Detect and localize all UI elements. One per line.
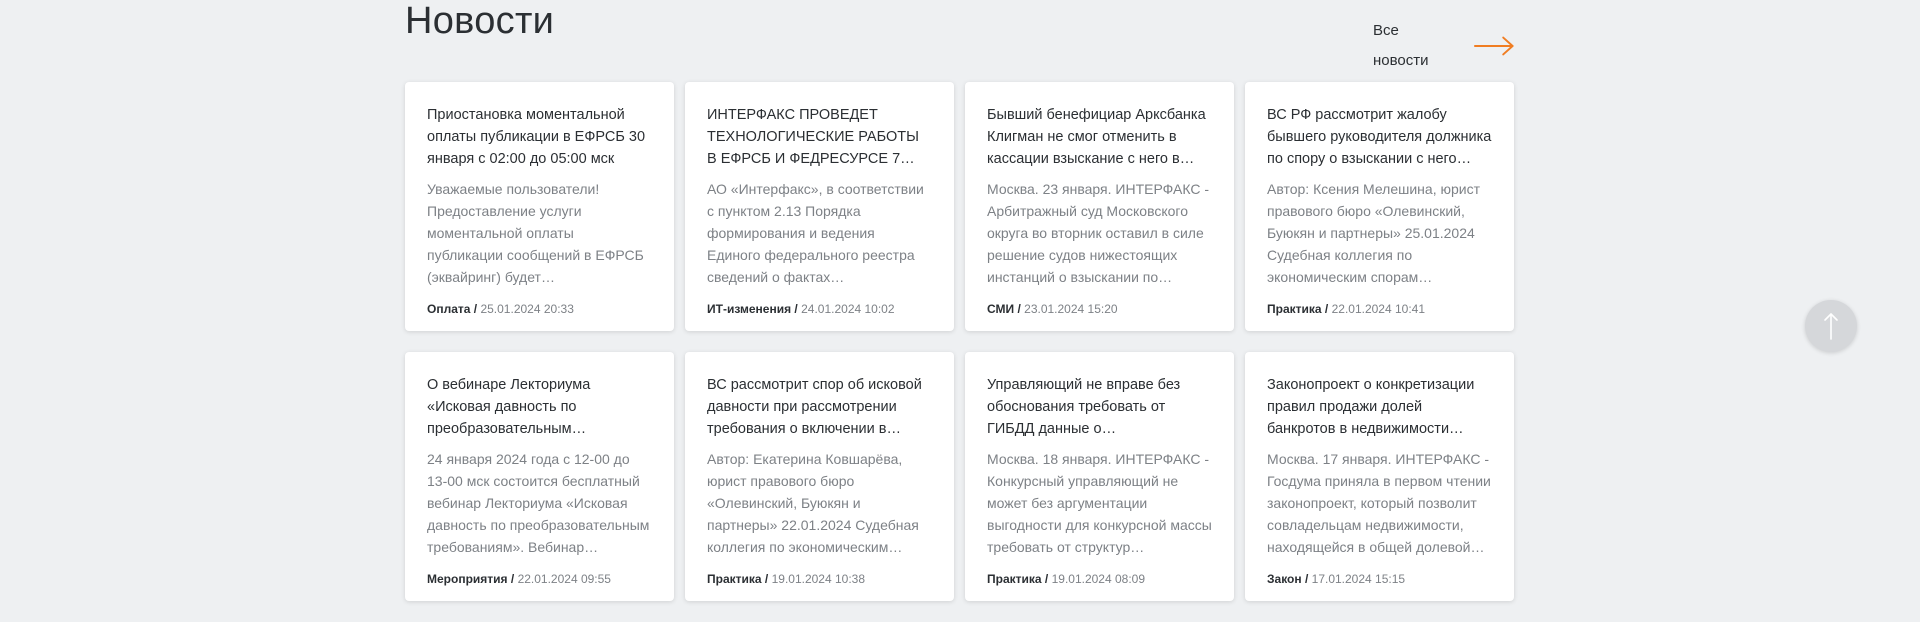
news-card-category: Практика / <box>707 572 769 586</box>
news-card-category: СМИ / <box>987 302 1021 316</box>
news-card-date: 22.01.2024 10:41 <box>1331 302 1426 316</box>
news-card-meta: Практика / 22.01.2024 10:41 <box>1267 301 1425 317</box>
news-card-excerpt: АО «Интерфакс», в соответствии с пунктом… <box>707 181 924 285</box>
news-card-meta: Практика / 19.01.2024 10:38 <box>707 571 865 587</box>
news-card-category: ИТ-изменения / <box>707 302 798 316</box>
news-card-category: Мероприятия / <box>427 572 515 586</box>
arrow-up-icon <box>1824 313 1838 340</box>
all-news-link[interactable]: Все новости <box>1373 16 1515 76</box>
news-card-meta: СМИ / 23.01.2024 15:20 <box>987 301 1118 317</box>
arrow-right-icon <box>1473 36 1514 56</box>
news-grid: Приостановка моментальной оплаты публика… <box>405 82 1515 601</box>
news-card-category: Оплата / <box>427 302 478 316</box>
news-card[interactable]: Бывший бенефициар Арксбанка Клигман не с… <box>965 82 1234 331</box>
news-card-title[interactable]: Бывший бенефициар Арксбанка Клигман не с… <box>987 104 1212 170</box>
news-card-meta: Закон / 17.01.2024 15:15 <box>1267 571 1405 587</box>
news-card-meta: Оплата / 25.01.2024 20:33 <box>427 301 574 317</box>
news-card-title[interactable]: О вебинаре Лекториума «Исковая давность … <box>427 374 652 440</box>
news-card-excerpt: Автор: Екатерина Ковшарёва, юрист правов… <box>707 451 919 555</box>
news-card-date: 19.01.2024 10:38 <box>771 572 866 586</box>
news-card-excerpt: Уважаемые пользователи! Предоставление у… <box>427 181 644 285</box>
news-card-title[interactable]: ВС рассмотрит спор об исковой давности п… <box>707 374 932 440</box>
news-card-date: 24.01.2024 10:02 <box>801 302 895 316</box>
news-card-category: Закон / <box>1267 572 1309 586</box>
page-title: Новости <box>405 0 555 42</box>
news-card[interactable]: ИНТЕРФАКС ПРОВЕДЕТ ТЕХНОЛОГИЧЕСКИЕ РАБОТ… <box>685 82 954 331</box>
news-card-meta: ИТ-изменения / 24.01.2024 10:02 <box>707 301 895 317</box>
news-card-title[interactable]: ВС РФ рассмотрит жалобу бывшего руководи… <box>1267 104 1492 170</box>
news-card-meta: Мероприятия / 22.01.2024 09:55 <box>427 571 611 587</box>
news-card[interactable]: ВС рассмотрит спор об исковой давности п… <box>685 352 954 601</box>
news-card-title[interactable]: Законопроект о конкретизации правил прод… <box>1267 374 1492 440</box>
scroll-to-top-button[interactable] <box>1805 300 1857 352</box>
news-card-meta: Практика / 19.01.2024 08:09 <box>987 571 1145 587</box>
news-card[interactable]: ВС РФ рассмотрит жалобу бывшего руководи… <box>1245 82 1514 331</box>
news-card-date: 22.01.2024 09:55 <box>517 572 611 586</box>
news-card-date: 17.01.2024 15:15 <box>1311 572 1406 586</box>
news-card-title[interactable]: Приостановка моментальной оплаты публика… <box>427 104 652 170</box>
news-card-category: Практика / <box>987 572 1049 586</box>
all-news-label: Все новости <box>1373 22 1429 69</box>
news-card[interactable]: О вебинаре Лекториума «Исковая давность … <box>405 352 674 601</box>
news-card[interactable]: Приостановка моментальной оплаты публика… <box>405 82 674 331</box>
news-card-excerpt: Автор: Ксения Мелешина, юрист правового … <box>1267 181 1481 285</box>
news-card-excerpt: Москва. 18 января. ИНТЕРФАКС - Конкурсны… <box>987 451 1212 555</box>
news-card-date: 25.01.2024 20:33 <box>480 302 574 316</box>
news-card-category: Практика / <box>1267 302 1329 316</box>
news-card-date: 23.01.2024 15:20 <box>1024 302 1118 316</box>
news-card-excerpt: 24 января 2024 года с 12-00 до 13-00 мск… <box>427 451 650 555</box>
news-card-date: 19.01.2024 08:09 <box>1051 572 1146 586</box>
news-card[interactable]: Законопроект о конкретизации правил прод… <box>1245 352 1514 601</box>
news-card-title[interactable]: Управляющий не вправе без обоснования тр… <box>987 374 1212 440</box>
news-card-excerpt: Москва. 17 января. ИНТЕРФАКС - Госдума п… <box>1267 451 1491 555</box>
news-card[interactable]: Управляющий не вправе без обоснования тр… <box>965 352 1234 601</box>
news-card-excerpt: Москва. 23 января. ИНТЕРФАКС - Арбитражн… <box>987 181 1209 285</box>
news-card-title[interactable]: ИНТЕРФАКС ПРОВЕДЕТ ТЕХНОЛОГИЧЕСКИЕ РАБОТ… <box>707 104 932 170</box>
